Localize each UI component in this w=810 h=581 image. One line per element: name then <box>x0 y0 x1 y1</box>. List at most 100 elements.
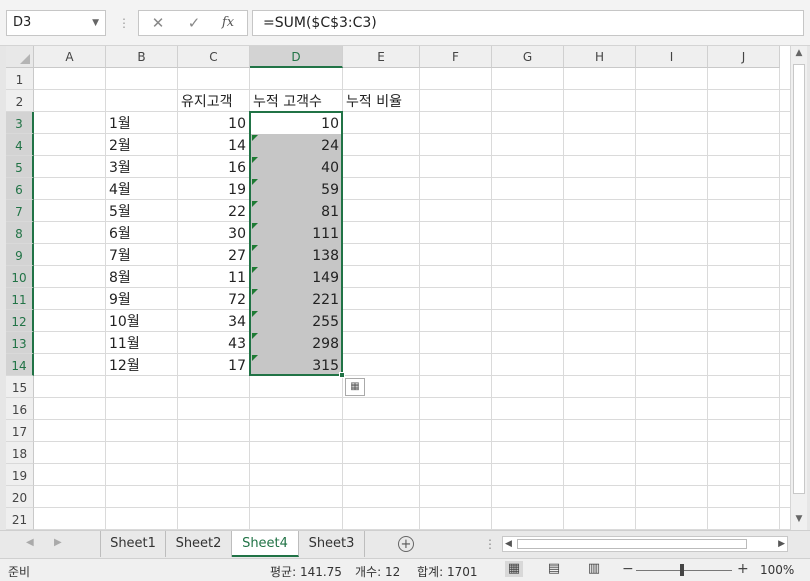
row-header-21[interactable]: 21 <box>6 508 34 530</box>
header-cell-d[interactable]: 누적 고객수 <box>250 91 325 113</box>
retained-customers-cell[interactable]: 30 <box>178 223 249 245</box>
tab-next-icon[interactable]: ▶ <box>54 537 62 548</box>
month-cell[interactable]: 12월 <box>106 355 143 377</box>
horizontal-scrollbar[interactable]: ◀ ▶ <box>502 536 788 552</box>
month-cell[interactable]: 9월 <box>106 289 134 311</box>
retained-customers-cell[interactable]: 14 <box>178 135 249 157</box>
scroll-left-icon[interactable]: ◀ <box>505 537 512 551</box>
tab-prev-icon[interactable]: ◀ <box>26 537 34 548</box>
retained-customers-cell[interactable]: 11 <box>178 267 249 289</box>
quick-analysis-icon[interactable]: ▦ <box>345 378 365 396</box>
page-layout-icon[interactable]: ▤ <box>545 561 563 577</box>
status-sum[interactable]: 합계: 1701 <box>417 563 477 580</box>
row-header-8[interactable]: 8 <box>6 222 34 244</box>
grid-column-line <box>419 68 420 530</box>
row-header-16[interactable]: 16 <box>6 398 34 420</box>
row-header-9[interactable]: 9 <box>6 244 34 266</box>
tab-sheet4[interactable]: Sheet4 <box>232 531 299 557</box>
column-header-d[interactable]: D <box>250 46 343 68</box>
row-header-1[interactable]: 1 <box>6 68 34 90</box>
scroll-up-icon[interactable]: ▲ <box>791 48 807 62</box>
column-header-i[interactable]: I <box>636 46 708 68</box>
retained-customers-cell[interactable]: 43 <box>178 333 249 355</box>
page-break-icon[interactable]: ▥ <box>585 561 603 577</box>
header-cell-c[interactable]: 유지고객 <box>178 91 236 113</box>
grid-row-line <box>34 331 790 332</box>
vertical-scrollbar[interactable]: ▲ ▼ <box>790 46 807 530</box>
name-box[interactable]: D3 ▼ <box>6 10 106 36</box>
month-cell[interactable]: 11월 <box>106 333 143 355</box>
retained-customers-cell[interactable]: 17 <box>178 355 249 377</box>
normal-view-icon[interactable]: ▦ <box>505 561 523 577</box>
enter-icon[interactable]: ✓ <box>181 13 207 33</box>
status-count[interactable]: 개수: 12 <box>355 563 400 580</box>
vertical-scroll-thumb[interactable] <box>793 64 805 494</box>
row-header-5[interactable]: 5 <box>6 156 34 178</box>
add-sheet-button[interactable]: + <box>398 536 414 552</box>
row-header-12[interactable]: 12 <box>6 310 34 332</box>
row-header-18[interactable]: 18 <box>6 442 34 464</box>
row-header-20[interactable]: 20 <box>6 486 34 508</box>
worksheet-grid[interactable]: ABCDEFGHIJ 1 2 3 4 5 6 7 8 9 10 11 12 13 14 15 16 17 18 19… <box>6 46 790 530</box>
status-ready: 준비 <box>8 565 31 579</box>
header-cell-e[interactable]: 누적 비율 <box>343 91 405 113</box>
column-header-a[interactable]: A <box>34 46 106 68</box>
row-header-3[interactable]: 3 <box>6 112 34 134</box>
row-header-15[interactable]: 15 <box>6 376 34 398</box>
column-header-b[interactable]: B <box>106 46 178 68</box>
zoom-out-button[interactable]: − <box>622 561 634 577</box>
row-header-19[interactable]: 19 <box>6 464 34 486</box>
row-header-10[interactable]: 10 <box>6 266 34 288</box>
tab-sheet3[interactable]: Sheet3 <box>299 531 365 557</box>
tab-sheet2[interactable]: Sheet2 <box>166 531 232 557</box>
select-all-button[interactable] <box>6 46 34 68</box>
row-header-11[interactable]: 11 <box>6 288 34 310</box>
month-cell[interactable]: 6월 <box>106 223 134 245</box>
tab-sheet1[interactable]: Sheet1 <box>100 531 166 557</box>
month-cell[interactable]: 3월 <box>106 157 134 179</box>
horizontal-scroll-thumb[interactable] <box>517 539 747 549</box>
row-header-13[interactable]: 13 <box>6 332 34 354</box>
column-header-j[interactable]: J <box>708 46 780 68</box>
scroll-down-icon[interactable]: ▼ <box>791 514 807 528</box>
formula-input[interactable]: =SUM($C$3:C3) <box>252 10 804 36</box>
month-cell[interactable]: 2월 <box>106 135 134 157</box>
column-header-f[interactable]: F <box>420 46 492 68</box>
name-box-value: D3 <box>13 15 32 30</box>
grid-column-line <box>491 68 492 530</box>
month-cell[interactable]: 10월 <box>106 311 143 333</box>
column-header-g[interactable]: G <box>492 46 564 68</box>
retained-customers-cell[interactable]: 34 <box>178 311 249 333</box>
row-header-17[interactable]: 17 <box>6 420 34 442</box>
zoom-in-button[interactable]: + <box>737 561 749 577</box>
zoom-level[interactable]: 100% <box>760 563 794 577</box>
month-cell[interactable]: 5월 <box>106 201 134 223</box>
retained-customers-cell[interactable]: 22 <box>178 201 249 223</box>
month-cell[interactable]: 7월 <box>106 245 134 267</box>
chevron-down-icon[interactable]: ▼ <box>92 11 99 35</box>
month-cell[interactable]: 8월 <box>106 267 134 289</box>
column-header-c[interactable]: C <box>178 46 250 68</box>
row-header-14[interactable]: 14 <box>6 354 34 376</box>
retained-customers-cell[interactable]: 16 <box>178 157 249 179</box>
retained-customers-cell[interactable]: 10 <box>178 113 249 135</box>
status-average[interactable]: 평균: 141.75 <box>270 563 342 580</box>
retained-customers-cell[interactable]: 19 <box>178 179 249 201</box>
tab-split-handle[interactable]: ⋮ <box>484 537 496 551</box>
row-header-6[interactable]: 6 <box>6 178 34 200</box>
row-header-4[interactable]: 4 <box>6 134 34 156</box>
grid-row-line <box>34 353 790 354</box>
row-header-2[interactable]: 2 <box>6 90 34 112</box>
row-header-7[interactable]: 7 <box>6 200 34 222</box>
month-cell[interactable]: 1월 <box>106 113 134 135</box>
retained-customers-cell[interactable]: 72 <box>178 289 249 311</box>
zoom-slider-track[interactable] <box>636 570 732 571</box>
retained-customers-cell[interactable]: 27 <box>178 245 249 267</box>
scroll-right-icon[interactable]: ▶ <box>778 537 785 551</box>
cancel-icon[interactable]: ✕ <box>145 13 171 33</box>
column-header-h[interactable]: H <box>564 46 636 68</box>
month-cell[interactable]: 4월 <box>106 179 134 201</box>
insert-function-icon[interactable]: fx <box>215 13 241 33</box>
zoom-slider-thumb[interactable] <box>680 564 684 576</box>
column-header-e[interactable]: E <box>343 46 420 68</box>
